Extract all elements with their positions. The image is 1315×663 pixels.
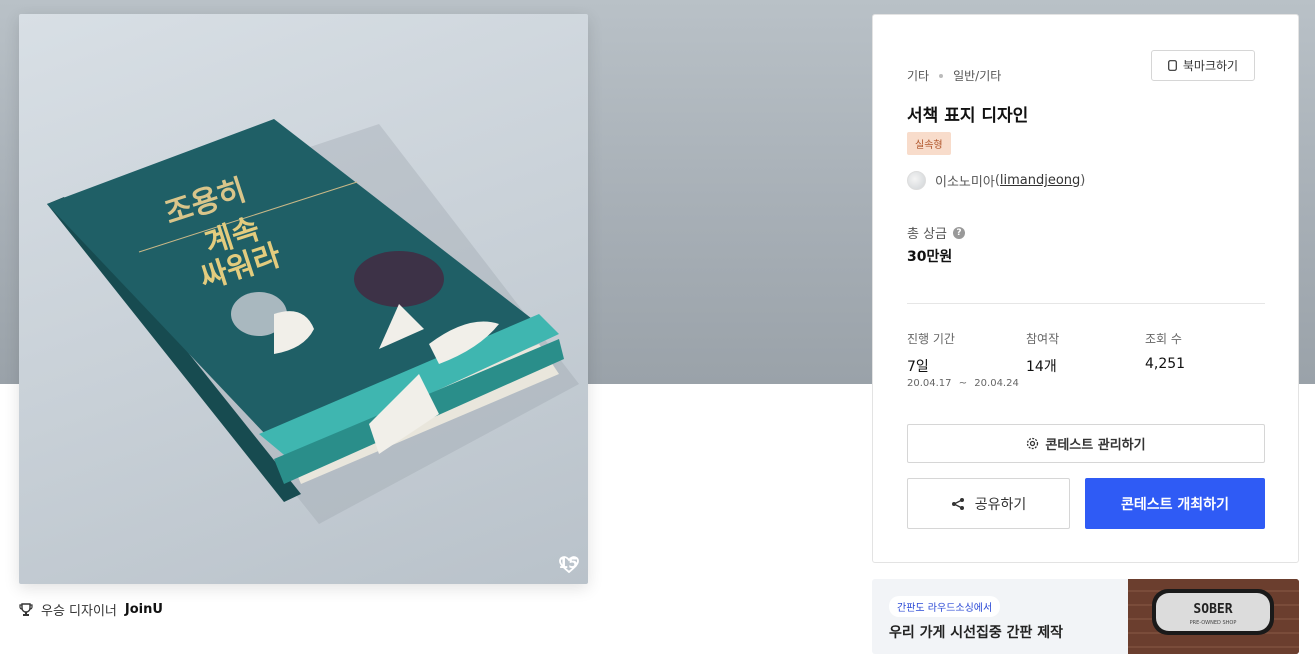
- divider: [907, 303, 1265, 304]
- winner-prefix: 우승 디자이너: [41, 604, 117, 619]
- subcategory-label[interactable]: 일반/기타: [953, 67, 1001, 84]
- host-id-link[interactable]: limandjeong: [1000, 173, 1080, 188]
- manage-contest-button[interactable]: 콘테스트 관리하기: [907, 424, 1265, 463]
- heart-icon: [558, 556, 579, 574]
- bookmark-icon: [1167, 60, 1177, 71]
- stat-label-entries: 참여작: [1026, 332, 1060, 346]
- stat-value-period: 7일: [907, 359, 929, 375]
- period-end: 20.04.24: [974, 378, 1019, 389]
- sign-subtext: PRE-OWNED SHOP: [1190, 620, 1237, 626]
- ad-banner[interactable]: 간판도 라우드소싱에서 우리 가게 시선집중 간판 제작 SOBER PRE-O…: [872, 579, 1299, 654]
- host-name: 이소노미아: [935, 175, 995, 190]
- host-info: 이소노미아 (limandjeong): [907, 171, 1085, 190]
- stat-label-views: 조회 수: [1145, 332, 1182, 346]
- prize-label-text: 총 상금: [907, 227, 948, 242]
- host-contest-button[interactable]: 콘테스트 개최하기: [1085, 478, 1265, 529]
- book-cover-illustration: 조용히 계속 싸워라: [47, 119, 579, 524]
- breadcrumb-separator: [939, 73, 944, 78]
- avatar: [907, 171, 926, 190]
- stat-label-period: 진행 기간: [907, 332, 955, 346]
- gear-icon: [1027, 437, 1039, 450]
- like-counter[interactable]: 15: [558, 556, 579, 574]
- winner-designer: 우승 디자이너 JoinU: [19, 600, 163, 619]
- bookmark-button[interactable]: 북마크하기: [1151, 50, 1255, 81]
- contest-info-panel: 기타 일반/기타 북마크하기 서책 표지 디자인 실속형 이소노미아 (liman…: [872, 14, 1299, 563]
- winner-name[interactable]: JoinU: [125, 602, 163, 617]
- period-start: 20.04.17: [907, 378, 952, 389]
- category-label[interactable]: 기타: [907, 67, 929, 84]
- contest-title: 서책 표지 디자인: [907, 106, 1029, 126]
- prize-value: 30만원: [907, 249, 953, 265]
- stat-value-entries: 14개: [1026, 359, 1057, 375]
- sign-photo: SOBER PRE-OWNED SHOP: [1128, 579, 1299, 654]
- ad-chip: 간판도 라우드소싱에서: [889, 596, 1001, 617]
- ad-headline: 우리 가게 시선집중 간판 제작: [889, 625, 1064, 641]
- period-dates: 20.04.17 ~ 20.04.24: [907, 378, 1019, 389]
- sign-text: SOBER: [1193, 602, 1232, 617]
- breadcrumb: 기타 일반/기타: [907, 67, 1001, 84]
- ad-sign-image: SOBER PRE-OWNED SHOP: [1128, 579, 1299, 654]
- help-icon[interactable]: ?: [953, 226, 966, 239]
- plan-badge: 실속형: [907, 132, 951, 155]
- prize-label: 총 상금 ?: [907, 223, 966, 242]
- period-separator: ~: [958, 378, 968, 389]
- manage-contest-label: 콘테스트 관리하기: [1045, 438, 1146, 453]
- contest-hero-image[interactable]: 조용히 계속 싸워라 15: [19, 14, 588, 584]
- trophy-icon: [19, 602, 33, 616]
- share-icon: [951, 497, 964, 510]
- share-button[interactable]: 공유하기: [907, 478, 1070, 529]
- bookmark-label: 북마크하기: [1182, 59, 1239, 73]
- share-label: 공유하기: [974, 496, 1027, 513]
- stat-value-views: 4,251: [1145, 356, 1186, 372]
